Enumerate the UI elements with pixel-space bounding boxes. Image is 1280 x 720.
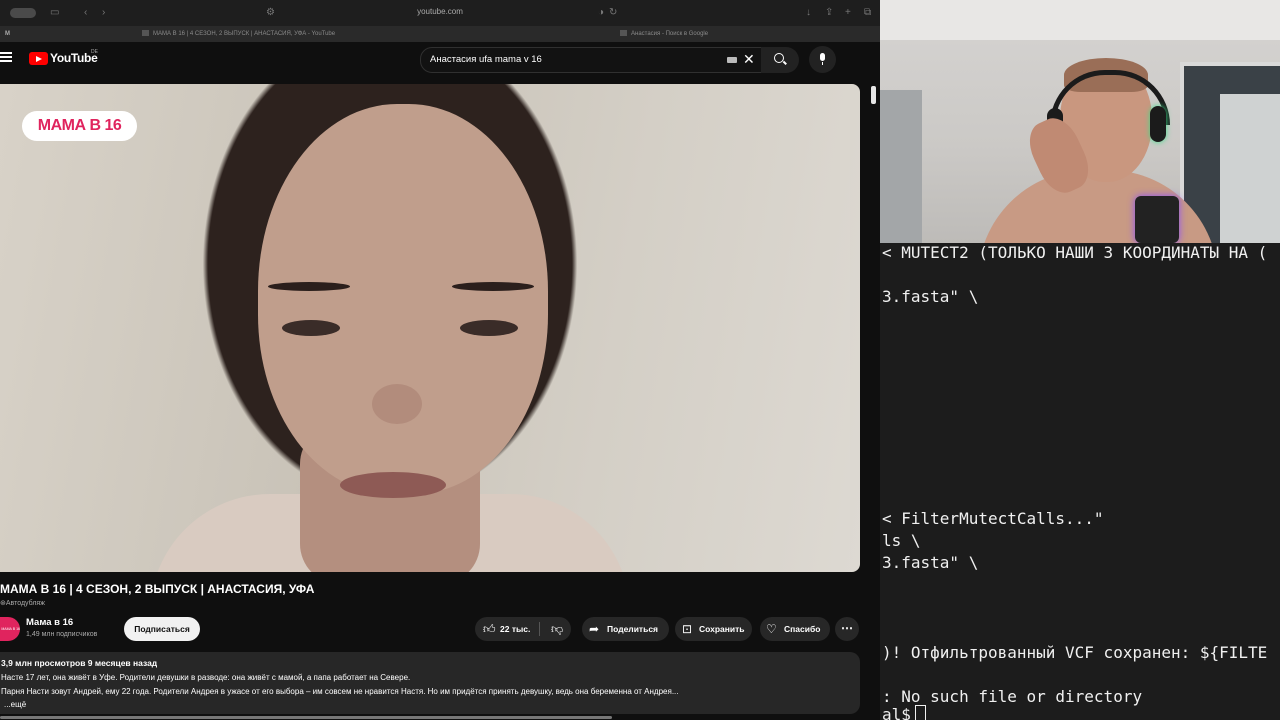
- sidebar-icon[interactable]: ▭: [50, 6, 59, 20]
- like-divider: [539, 622, 540, 636]
- voice-search-button[interactable]: [809, 46, 836, 73]
- address-bar[interactable]: youtube.com: [380, 7, 500, 16]
- terminal-line: 3.fasta" \: [882, 553, 979, 572]
- like-dislike-group: 👍︎ 22 тыс. 👎︎: [475, 617, 571, 641]
- clear-search-icon[interactable]: ✕: [743, 52, 755, 66]
- thanks-label: Спасибо: [784, 624, 821, 634]
- search-query[interactable]: Анастасия ufa mama v 16: [430, 54, 542, 65]
- terminal-prompt-line[interactable]: al$: [882, 705, 926, 720]
- youtube-header: YouTube DE Анастасия ufa mama v 16 ✕: [0, 42, 880, 76]
- search-button[interactable]: [761, 47, 799, 73]
- like-count[interactable]: 22 тыс.: [500, 617, 530, 641]
- description-box[interactable]: 3,9 млн просмотров 9 месяцев назад Насте…: [0, 652, 860, 714]
- keyboard-icon[interactable]: [727, 57, 737, 63]
- terminal-line: 3.fasta" \: [882, 287, 979, 306]
- subscriber-count: 1,49 млн подписчиков: [26, 631, 98, 638]
- browser-toolbar: ▭ ‹ › ⚙ youtube.com ◑ ↻ ↓ ⇪ + ⧉: [0, 0, 880, 26]
- webcam-microphone: [1135, 196, 1179, 243]
- autodub-text: Автодубляж: [5, 600, 45, 607]
- tab-youtube-video[interactable]: МАМА В 16 | 4 СЕЗОН, 2 ВЫПУСК | АНАСТАСИ…: [142, 26, 382, 42]
- video-title: МАМА В 16 | 4 СЕЗОН, 2 ВЫПУСК | АНАСТАСИ…: [0, 582, 315, 596]
- terminal-line: < FilterMutectCalls...": [882, 509, 1104, 528]
- back-icon[interactable]: ‹: [84, 6, 87, 20]
- webcam-overlay: [880, 0, 1280, 243]
- channel-name[interactable]: Мама в 16: [26, 617, 73, 628]
- save-button[interactable]: ⊡ Сохранить: [675, 617, 752, 641]
- headphone-cup-right: [1150, 106, 1166, 142]
- video-frame-face: [258, 104, 548, 494]
- save-label: Сохранить: [699, 624, 745, 634]
- page-settings-icon[interactable]: ⚙: [266, 6, 275, 20]
- more-actions-button[interactable]: ⋯: [835, 617, 859, 641]
- description-line: Парня Насти зовут Андрей, ему 22 года. Р…: [1, 687, 679, 696]
- horizontal-scrollbar[interactable]: [0, 716, 612, 719]
- search-icon: [774, 53, 784, 63]
- tab-bar: M МАМА В 16 | 4 СЕЗОН, 2 ВЫПУСК | АНАСТА…: [0, 26, 880, 43]
- tab-google-search[interactable]: Анастасия - Поиск в Google: [620, 26, 800, 42]
- reload-icon[interactable]: ↻: [609, 6, 617, 20]
- terminal-cursor: [914, 705, 926, 720]
- window-controls[interactable]: [10, 8, 36, 18]
- microphone-icon: [820, 53, 825, 65]
- video-frame-nose: [372, 384, 422, 424]
- tab-label: Анастасия - Поиск в Google: [631, 31, 709, 37]
- browser-window: ▭ ‹ › ⚙ youtube.com ◑ ↻ ↓ ⇪ + ⧉ M МАМА В…: [0, 0, 880, 720]
- terminal-prompt: al$: [882, 705, 911, 720]
- video-frame-eye: [282, 320, 340, 336]
- webcam-door-inner: [1220, 94, 1280, 243]
- forward-icon[interactable]: ›: [102, 6, 105, 20]
- view-count-date: 3,9 млн просмотров 9 месяцев назад: [1, 658, 158, 668]
- video-frame-brow: [268, 282, 350, 291]
- share-button[interactable]: ➦ Поделиться: [582, 617, 669, 641]
- region-code: DE: [91, 49, 98, 55]
- search-input[interactable]: Анастасия ufa mama v 16 ✕: [420, 47, 762, 73]
- like-icon[interactable]: 👍︎: [483, 617, 496, 641]
- terminal-window[interactable]: < MUTECT2 (ТОЛЬКО НАШИ 3 КООРДИНАТЫ НА (…: [880, 243, 1280, 720]
- menu-icon[interactable]: [0, 52, 12, 62]
- tab-favicon-icon: [620, 30, 627, 37]
- tab-overview-icon[interactable]: ⧉: [864, 6, 871, 20]
- video-frame-lips: [340, 472, 446, 498]
- share-arrow-icon: ➦: [589, 622, 600, 636]
- tab-group-icon[interactable]: M: [5, 26, 17, 42]
- downloads-icon[interactable]: ↓: [806, 6, 811, 20]
- video-player[interactable]: МАМА В 16: [0, 84, 860, 572]
- webcam-ceiling: [880, 0, 1280, 40]
- video-frame-brow: [452, 282, 534, 291]
- subscribe-button[interactable]: Подписаться: [124, 617, 200, 641]
- webcam-wall-panel: [880, 90, 922, 243]
- terminal-line: ls \: [882, 531, 921, 550]
- super-thanks-icon: ♡: [766, 622, 777, 636]
- channel-avatar[interactable]: МАМА В 16: [0, 617, 20, 641]
- video-frame-eye: [460, 320, 518, 336]
- thanks-button[interactable]: ♡ Спасибо: [760, 617, 830, 641]
- autodub-label: ⊛Автодубляж: [0, 599, 45, 607]
- scroll-handle[interactable]: [871, 86, 876, 104]
- terminal-line: < MUTECT2 (ТОЛЬКО НАШИ 3 КООРДИНАТЫ НА (: [882, 243, 1268, 262]
- share-label: Поделиться: [607, 624, 659, 634]
- show-logo-badge: МАМА В 16: [22, 111, 137, 141]
- description-line: Насте 17 лет, она живёт в Уфе. Родители …: [1, 673, 411, 682]
- new-tab-icon[interactable]: +: [845, 6, 851, 20]
- side-gutter: [860, 84, 880, 720]
- translate-icon[interactable]: ◑: [598, 6, 604, 20]
- share-icon[interactable]: ⇪: [825, 6, 833, 20]
- youtube-logo-icon[interactable]: [29, 52, 48, 65]
- dislike-icon[interactable]: 👎︎: [551, 617, 563, 641]
- tab-label: МАМА В 16 | 4 СЕЗОН, 2 ВЫПУСК | АНАСТАСИ…: [153, 31, 336, 37]
- terminal-line: : No such file or directory: [882, 687, 1143, 706]
- terminal-line: )! Отфильтрованный VCF сохранен: ${FILTE: [882, 643, 1268, 662]
- show-more-link[interactable]: ...ещё: [4, 700, 26, 709]
- tab-favicon-icon: [142, 30, 149, 37]
- bookmark-icon: ⊡: [682, 622, 693, 636]
